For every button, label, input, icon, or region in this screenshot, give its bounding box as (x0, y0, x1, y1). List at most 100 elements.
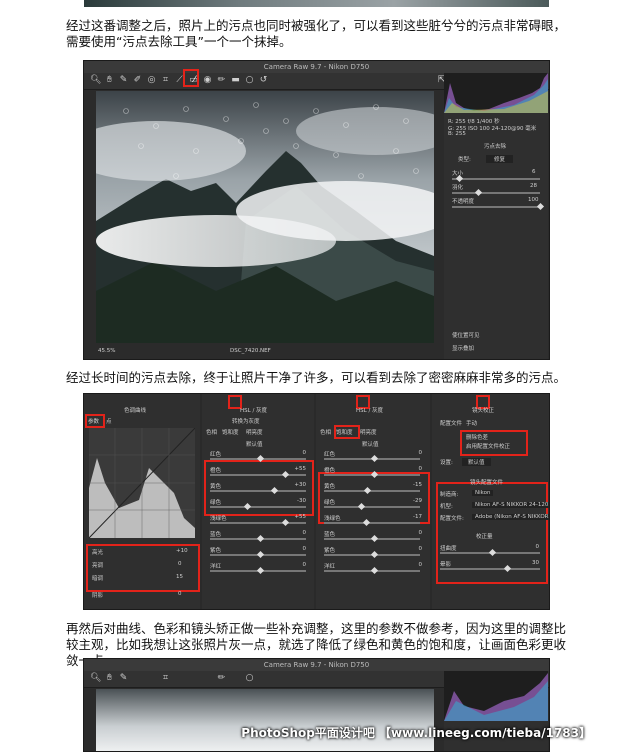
darks-value[interactable]: 15 (176, 574, 183, 580)
sat-row-slider[interactable] (324, 518, 420, 527)
feather-value[interactable]: 28 (530, 183, 537, 189)
parametric-tab-highlight (85, 414, 105, 428)
sat-row-value[interactable]: 0 (419, 530, 423, 536)
w3-zoom-icon[interactable]: 🔍︎ (90, 673, 101, 684)
hsl-row-value[interactable]: +30 (294, 482, 306, 488)
right-panel: R: 255 f/8 1/400 秒 G: 255 ISO 100 24-120… (444, 73, 548, 359)
type-select[interactable]: 修复 (486, 155, 514, 163)
feather-slider[interactable] (452, 188, 540, 197)
hue-tab[interactable]: 色相 (206, 428, 217, 436)
lens-profile-value[interactable]: Adobe (Nikon AF-S NIKKOR 2... (472, 514, 549, 520)
rotate-icon[interactable]: ↺ (258, 75, 269, 86)
sat-row-value[interactable]: -17 (413, 514, 422, 520)
hsl-row-value[interactable]: 0 (303, 562, 307, 568)
hsl-row-slider[interactable] (210, 550, 306, 559)
top-photo-crop (84, 0, 549, 7)
lights-value[interactable]: 0 (178, 561, 182, 567)
shadows-value[interactable]: 0 (178, 591, 182, 597)
size-slider[interactable] (452, 174, 540, 183)
panel-title: 污点去除 (484, 144, 507, 150)
profile-tab[interactable]: 配置文件 (440, 419, 462, 427)
w3-radial-icon[interactable]: ○ (244, 673, 255, 684)
sat-row-value[interactable]: 0 (419, 562, 423, 568)
radial-filter-icon[interactable]: ○ (244, 75, 255, 86)
setup-select[interactable]: 默认值 (462, 458, 491, 466)
red-eye-icon[interactable]: ◉ (202, 75, 213, 86)
zoom-level[interactable]: 45.5% (98, 348, 115, 354)
color-sampler-icon[interactable]: ✐ (132, 75, 143, 86)
size-value[interactable]: 6 (532, 169, 536, 175)
sat-row-value[interactable]: 0 (419, 546, 423, 552)
setup-label: 设置: (440, 460, 453, 466)
hsl-row-value[interactable]: +55 (294, 514, 306, 520)
hsl-row-value[interactable]: -30 (297, 498, 306, 504)
sat-row-slider[interactable] (324, 470, 420, 479)
zoom-icon[interactable]: 🔍︎ (90, 75, 101, 86)
adjustment-brush-icon[interactable]: ✏ (216, 75, 227, 86)
graduated-filter-icon[interactable]: ▬ (230, 75, 241, 86)
w3-brush-icon[interactable]: ✏ (216, 673, 227, 684)
target-adjust-icon[interactable]: ◎ (146, 75, 157, 86)
hsl-row-slider[interactable] (210, 518, 306, 527)
sat-row-label: 绿色 (324, 500, 336, 506)
sat-luminance-tab[interactable]: 明亮度 (360, 428, 377, 436)
sat-row-slider[interactable] (324, 550, 420, 559)
show-overlay-checkbox[interactable]: 显示叠加 (452, 344, 474, 352)
enable-profile-checkbox[interactable]: 启用配置文件校正 (466, 442, 510, 450)
hsl-section: 默认值 (246, 442, 263, 448)
hsl-row-slider[interactable] (210, 566, 306, 575)
hsl-row-slider[interactable] (210, 534, 306, 543)
w3-crop-icon[interactable]: ⌗ (160, 673, 171, 684)
highlights-value[interactable]: +10 (176, 548, 188, 554)
lens-profile-value[interactable]: Nikon AF-S NIKKOR 24-120... (472, 502, 549, 508)
amount-value[interactable]: 0 (536, 544, 540, 550)
sat-row-value[interactable]: -29 (413, 498, 422, 504)
window3-photo (96, 689, 434, 751)
tone-curve-graph[interactable] (89, 428, 195, 538)
hsl-row-slider[interactable] (210, 502, 306, 511)
lens-profile-value[interactable]: Nikon (472, 490, 494, 496)
hsl-row-value[interactable]: 0 (303, 530, 307, 536)
amount-slider[interactable] (440, 564, 540, 573)
opacity-value[interactable]: 100 (528, 197, 539, 203)
amount-slider[interactable] (440, 548, 540, 557)
amount-value[interactable]: 30 (532, 560, 539, 566)
opacity-label: 不透明度 (452, 199, 475, 205)
manual-tab[interactable]: 手动 (466, 419, 477, 427)
w3-white-balance-icon[interactable]: ✎ (118, 673, 129, 684)
saturation-tab[interactable]: 饱和度 (222, 428, 239, 436)
hsl-title: HSL / 灰度 (240, 408, 268, 414)
window3-title: Camera Raw 9.7 - Nikon D750 (84, 659, 549, 671)
hsl-row-slider[interactable] (210, 454, 306, 463)
visualize-spots-checkbox[interactable]: 使位置可见 (452, 331, 480, 339)
sat-row-label: 洋红 (324, 564, 336, 570)
sat-row-slider[interactable] (324, 502, 420, 511)
sat-hue-tab[interactable]: 色相 (320, 428, 331, 436)
sat-row-value[interactable]: 0 (419, 450, 423, 456)
hsl-convert-checkbox[interactable]: 转换为灰度 (232, 417, 260, 425)
crop-icon[interactable]: ⌗ (160, 75, 171, 86)
histogram-info-3: B: 255 (448, 131, 466, 137)
sat-row-slider[interactable] (324, 566, 420, 575)
remove-ca-checkbox[interactable]: 删除色差 (466, 433, 488, 441)
hsl-row-value[interactable]: 0 (303, 450, 307, 456)
opacity-slider[interactable] (452, 202, 545, 211)
amount-title: 校正量 (476, 534, 493, 540)
hsl-row-slider[interactable] (210, 486, 306, 495)
hsl-row-slider[interactable] (210, 470, 306, 479)
hand-icon[interactable]: ✋︎ (104, 75, 115, 86)
sat-row-slider[interactable] (324, 454, 420, 463)
sat-row-slider[interactable] (324, 486, 420, 495)
sat-row-slider[interactable] (324, 534, 420, 543)
sat-row-value[interactable]: -15 (413, 482, 422, 488)
white-balance-icon[interactable]: ✎ (118, 75, 129, 86)
sat-row-value[interactable]: 0 (419, 466, 423, 472)
luminance-tab[interactable]: 明亮度 (246, 428, 263, 436)
hsl-row-label: 浅绿色 (210, 516, 227, 522)
w3-hand-icon[interactable]: ✋︎ (104, 673, 115, 684)
paragraph-1: 经过这番调整之后，照片上的污点也同时被强化了，可以看到这些脏兮兮的污点非常碍眼，… (66, 18, 567, 49)
hsl-row-value[interactable]: 0 (303, 546, 307, 552)
point-tab[interactable]: 点 (106, 417, 112, 425)
sat-tab-highlight (334, 425, 360, 439)
hsl-row-value[interactable]: +55 (294, 466, 306, 472)
